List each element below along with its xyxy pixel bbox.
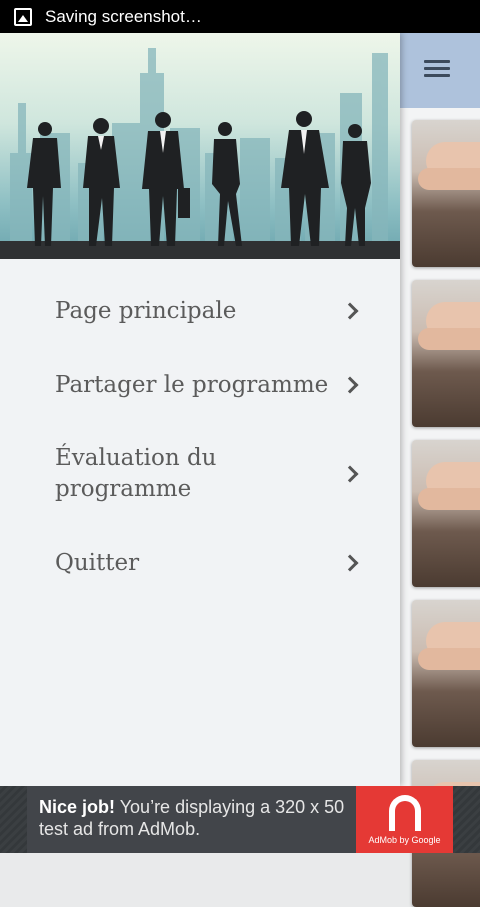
chevron-right-icon	[341, 554, 359, 572]
menu-item-page-principale[interactable]: Page principale	[0, 295, 400, 327]
list-item[interactable]	[412, 280, 480, 427]
menu-item-label: Page principale	[55, 297, 237, 324]
ad-banner[interactable]: Nice job! You’re displaying a 320 x 50 t…	[0, 786, 480, 853]
menu-item-label: Quitter	[55, 549, 140, 576]
hamburger-menu-icon[interactable]	[424, 60, 450, 80]
menu-item-partager[interactable]: Partager le programme	[0, 369, 400, 401]
admob-icon	[389, 795, 421, 831]
status-bar: Saving screenshot…	[0, 0, 480, 33]
ad-headline: Nice job!	[39, 797, 116, 817]
chevron-right-icon	[341, 465, 359, 483]
business-people-illustration	[0, 48, 400, 259]
drawer-menu: Page principale Partager le programme Év…	[0, 259, 400, 579]
screenshot-icon	[14, 7, 32, 26]
list-item[interactable]	[412, 120, 480, 267]
navigation-drawer: Page principale Partager le programme Év…	[0, 33, 400, 786]
menu-item-label: Évaluation du programme	[55, 445, 217, 502]
menu-item-evaluation[interactable]: Évaluation du programme	[0, 443, 400, 505]
chevron-right-icon	[341, 302, 359, 320]
ad-text: Nice job! You’re displaying a 320 x 50 t…	[39, 796, 359, 840]
app-header	[400, 33, 480, 108]
menu-item-label: Partager le programme	[55, 371, 329, 398]
admob-logo[interactable]: AdMob by Google	[356, 786, 453, 853]
list-item[interactable]	[412, 600, 480, 747]
ad-content[interactable]: Nice job! You’re displaying a 320 x 50 t…	[27, 786, 453, 853]
chevron-right-icon	[341, 376, 359, 394]
ad-caption: AdMob by Google	[368, 835, 441, 845]
drawer-header-image	[0, 33, 400, 259]
menu-item-quitter[interactable]: Quitter	[0, 547, 400, 579]
list-item[interactable]	[412, 440, 480, 587]
status-text: Saving screenshot…	[45, 6, 202, 26]
card-list	[400, 108, 480, 907]
